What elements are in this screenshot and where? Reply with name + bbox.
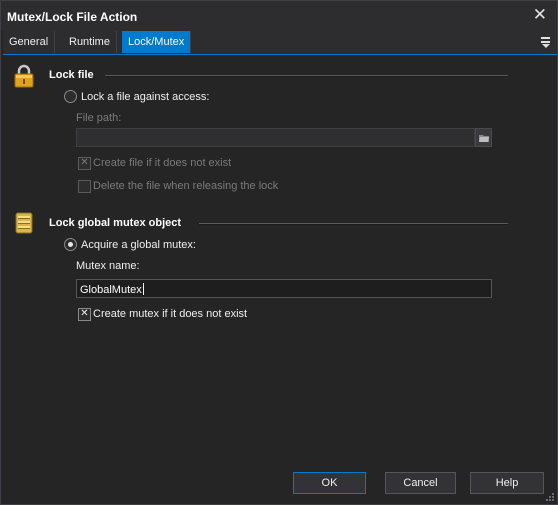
- padlock-icon: [14, 64, 34, 88]
- tab-general[interactable]: General: [3, 31, 56, 53]
- resize-grip-icon[interactable]: [545, 492, 555, 502]
- mutex-name-label: Mutex name:: [76, 260, 140, 272]
- tab-runtime[interactable]: Runtime: [63, 31, 117, 53]
- delete-file-label: Delete the file when releasing the lock: [93, 180, 279, 192]
- file-path-input[interactable]: [76, 128, 475, 147]
- cancel-button[interactable]: Cancel: [385, 472, 456, 494]
- mutex-radio-label: Acquire a global mutex:: [81, 239, 196, 251]
- mutex-name-value: GlobalMutex: [80, 284, 142, 296]
- file-path-label: File path:: [76, 112, 122, 124]
- delete-file-checkbox[interactable]: [78, 180, 91, 193]
- mutex-name-input[interactable]: GlobalMutex: [76, 279, 492, 298]
- lock-file-radio-label: Lock a file against access:: [81, 91, 210, 103]
- lock-file-separator: [105, 75, 508, 77]
- tab-bar: General Runtime Lock/Mutex: [3, 31, 557, 55]
- menu-icon[interactable]: [541, 36, 551, 48]
- database-icon: [15, 212, 33, 234]
- lock-file-radio[interactable]: [64, 90, 77, 103]
- lock-file-section-title: Lock file: [49, 69, 94, 81]
- mutex-separator: [199, 223, 508, 225]
- window-title: Mutex/Lock File Action: [7, 10, 138, 24]
- create-file-label: Create file if it does not exist: [93, 157, 232, 169]
- title-bar: Mutex/Lock File Action ✕: [1, 1, 557, 31]
- mutex-radio[interactable]: [64, 238, 77, 251]
- create-file-checkbox[interactable]: ✕: [78, 157, 91, 170]
- help-button[interactable]: Help: [470, 472, 544, 494]
- folder-icon: [479, 135, 489, 142]
- browse-file-button[interactable]: [475, 128, 492, 147]
- ok-button[interactable]: OK: [293, 472, 366, 494]
- mutex-section-title: Lock global mutex object: [49, 217, 182, 229]
- dialog-window: Mutex/Lock File Action ✕ General Runtime…: [0, 0, 558, 505]
- create-mutex-label: Create mutex if it does not exist: [93, 308, 248, 320]
- create-mutex-checkbox[interactable]: ✕: [78, 308, 91, 321]
- tab-lock-mutex[interactable]: Lock/Mutex: [122, 31, 192, 53]
- close-icon[interactable]: ✕: [533, 6, 547, 24]
